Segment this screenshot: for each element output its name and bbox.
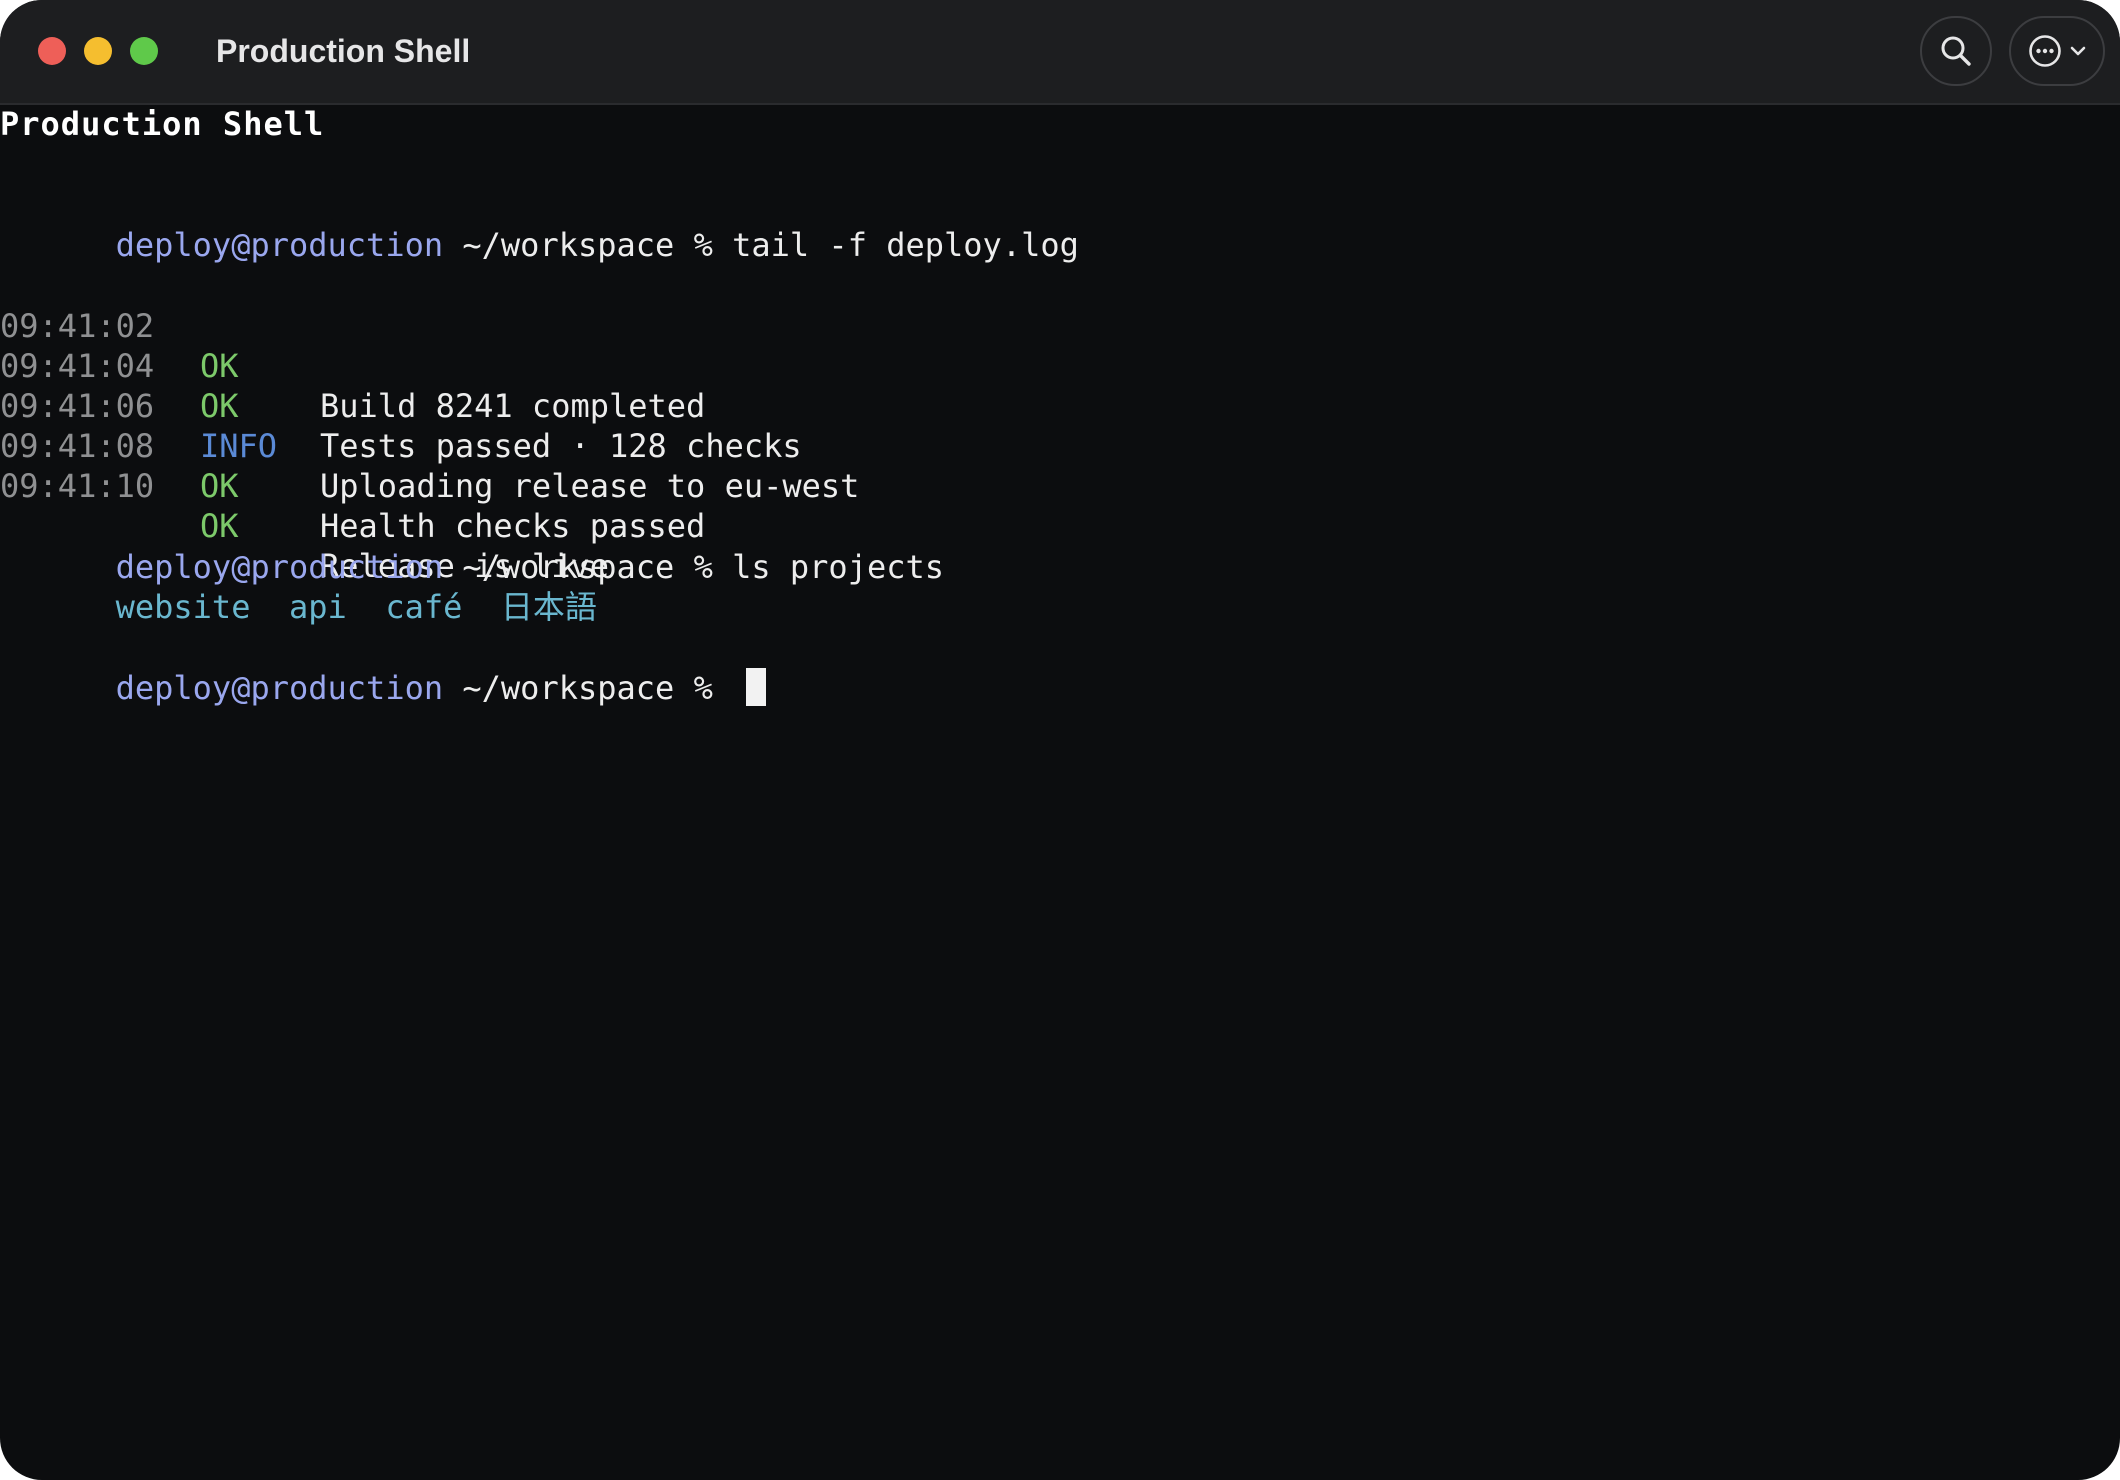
terminal-output[interactable]: Production Shell deploy@production ~/wor…	[0, 104, 2120, 1480]
project-entry: api	[288, 588, 347, 626]
window-title: Production Shell	[216, 33, 471, 69]
command-line-tail: deploy@production ~/workspace % tail -f …	[0, 185, 1079, 264]
search-button[interactable]	[1920, 16, 1992, 86]
more-options-button[interactable]	[2009, 16, 2105, 86]
more-options-icon	[2029, 35, 2061, 67]
command-text: tail -f deploy.log	[732, 226, 1079, 264]
log-message: Uploading release to eu-west	[320, 467, 860, 505]
log-level-ok: OK	[200, 467, 239, 505]
project-entry: 日本語	[500, 588, 597, 626]
command-text: ls projects	[732, 548, 945, 586]
command-line-ls: deploy@production ~/workspace % ls proje…	[0, 507, 944, 586]
prompt-user-host: deploy@production	[115, 669, 444, 707]
prompt-path: ~/workspace %	[443, 226, 733, 264]
log-line: 09:41:06 INFO Uploading release to eu-we…	[0, 346, 1200, 505]
search-icon	[1941, 36, 1971, 66]
terminal-heading: Production Shell	[0, 105, 325, 143]
prompt-path: ~/workspace %	[443, 669, 733, 707]
title-bar[interactable]: Production Shell	[0, 0, 2120, 105]
minimize-window-button[interactable]	[84, 37, 112, 65]
log-line: 09:41:04 OK Tests passed · 128 checks	[0, 306, 1200, 465]
project-entry: website	[115, 588, 251, 626]
close-window-button[interactable]	[38, 37, 66, 65]
text-cursor	[746, 668, 767, 706]
log-line: 09:41:08 OK Health checks passed	[0, 386, 1200, 545]
log-line: 09:41:02 OK Build 8241 completed	[0, 266, 1200, 425]
zoom-window-button[interactable]	[130, 37, 158, 65]
chevron-down-icon	[2070, 46, 2086, 56]
log-line: 09:41:10 OK Release is live	[0, 426, 1200, 585]
prompt-user-host: deploy@production	[115, 226, 444, 264]
terminal-window: Production Shell Production Shell deploy…	[0, 0, 2120, 1480]
project-entry: café	[385, 588, 463, 626]
log-timestamp: 09:41:10	[0, 467, 155, 505]
project-listing: website api café 日本語	[0, 547, 597, 626]
active-prompt-line[interactable]: deploy@production ~/workspace %	[0, 628, 767, 707]
